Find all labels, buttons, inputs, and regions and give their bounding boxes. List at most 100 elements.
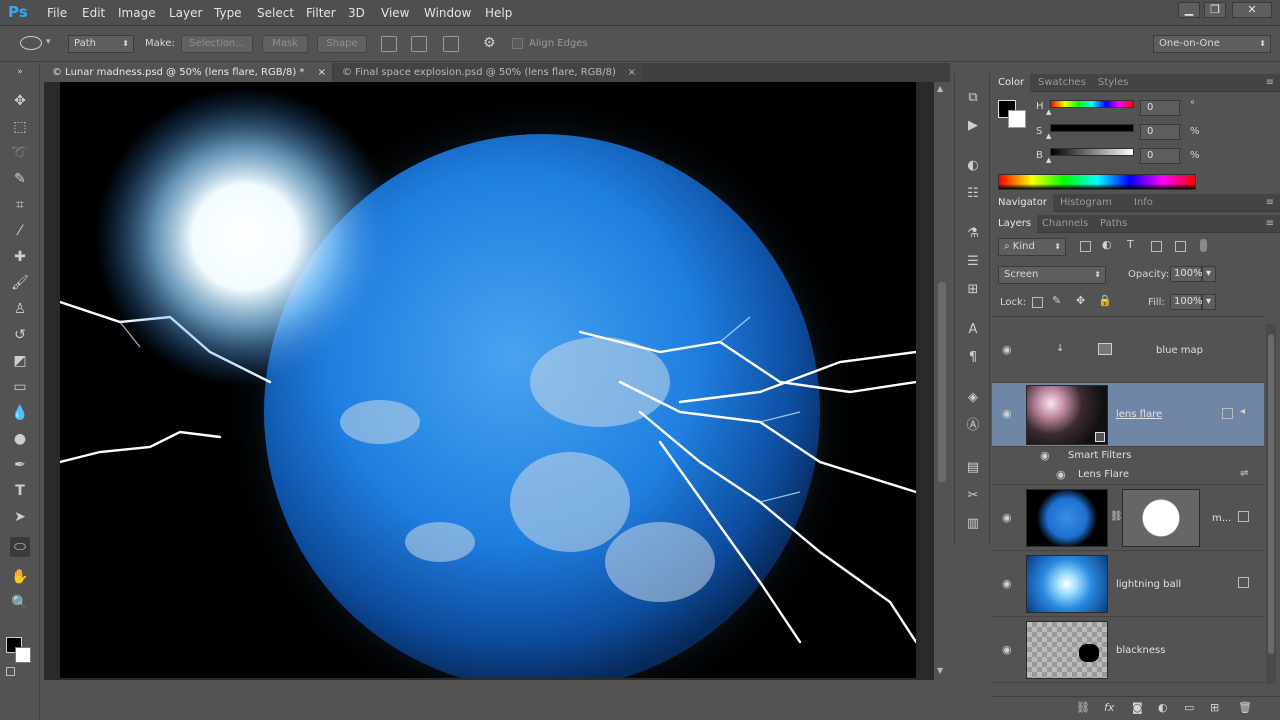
- trash-icon[interactable]: 🗑: [1238, 701, 1252, 714]
- menu-filter[interactable]: Filter: [306, 6, 336, 20]
- layer-name[interactable]: m...: [1212, 513, 1231, 524]
- gradient-tool-icon[interactable]: ▭: [10, 377, 30, 397]
- tab-color[interactable]: Color: [992, 74, 1031, 92]
- layer-row-moon[interactable]: ◉ ⛓ m...: [992, 485, 1264, 551]
- document-canvas[interactable]: [60, 82, 916, 678]
- filter-type-icon[interactable]: T: [1127, 238, 1134, 251]
- filter-adjustment-icon[interactable]: ◐: [1102, 238, 1112, 251]
- group-icon[interactable]: ▭: [1184, 701, 1194, 714]
- collapse-toolbox-icon[interactable]: »: [10, 67, 30, 77]
- opacity-dropdown[interactable]: ▾: [1202, 266, 1216, 282]
- fx-icon[interactable]: fx: [1104, 701, 1114, 714]
- smart-filter-icon[interactable]: [1222, 408, 1233, 419]
- blend-mode-select[interactable]: Screen ⬍: [998, 266, 1106, 284]
- lock-pixels-icon[interactable]: ✎: [1052, 294, 1061, 307]
- clone-source-panel-icon[interactable]: ⊞: [963, 280, 983, 300]
- fill-dropdown[interactable]: ▾: [1202, 294, 1216, 310]
- character-panel-icon[interactable]: A: [963, 320, 983, 340]
- tab-styles[interactable]: Styles: [1092, 74, 1134, 92]
- layer-comps-panel-icon[interactable]: ▥: [963, 514, 983, 534]
- menu-edit[interactable]: Edit: [82, 6, 105, 20]
- filter-shape-icon[interactable]: [1151, 241, 1162, 252]
- path-selection-tool-icon[interactable]: ➤: [10, 507, 30, 527]
- lock-position-icon[interactable]: ✥: [1076, 294, 1085, 307]
- tab-info[interactable]: Info: [1128, 194, 1159, 212]
- layer-name[interactable]: blue map: [1156, 345, 1203, 356]
- restore-button[interactable]: ❐: [1204, 2, 1226, 18]
- scrollbar-thumb[interactable]: [1268, 334, 1274, 654]
- filter-toggle-icon[interactable]: [1200, 239, 1207, 252]
- tab-histogram[interactable]: Histogram: [1054, 194, 1118, 212]
- gear-icon[interactable]: ⚙: [483, 35, 496, 51]
- filter-smart-object-icon[interactable]: [1175, 241, 1186, 252]
- close-icon[interactable]: ×: [628, 63, 636, 82]
- clone-stamp-tool-icon[interactable]: ♙: [10, 299, 30, 319]
- menu-window[interactable]: Window: [424, 6, 471, 20]
- character-styles-panel-icon[interactable]: Ⓐ: [963, 416, 983, 436]
- ellipse-tool-icon[interactable]: [20, 36, 42, 50]
- zoom-tool-icon[interactable]: 🔍: [10, 593, 30, 613]
- mask-icon[interactable]: ◙: [1132, 701, 1143, 714]
- scroll-down-icon[interactable]: ▼: [937, 666, 943, 675]
- slider-handle-icon[interactable]: ▲: [1046, 108, 1051, 116]
- layers-scrollbar[interactable]: [1266, 324, 1276, 684]
- background-color-swatch[interactable]: [15, 647, 31, 663]
- adjustments-panel-icon[interactable]: ◐: [963, 156, 983, 176]
- close-icon[interactable]: ×: [318, 63, 326, 82]
- eraser-tool-icon[interactable]: ◩: [10, 351, 30, 371]
- collapse-effects-icon[interactable]: ◂: [1240, 406, 1245, 417]
- eye-icon[interactable]: ◉: [1002, 578, 1016, 589]
- link-icon[interactable]: ⛓: [1110, 511, 1123, 522]
- eye-icon[interactable]: ◉: [1002, 644, 1016, 655]
- actions-panel-icon[interactable]: ▶: [963, 116, 983, 136]
- lasso-tool-icon[interactable]: ➰: [10, 143, 30, 163]
- 3d-panel-icon[interactable]: ◈: [963, 388, 983, 408]
- marquee-tool-icon[interactable]: ⬚: [10, 117, 30, 137]
- color-panel-background-swatch[interactable]: [1008, 110, 1026, 128]
- layer-row-blackness[interactable]: ◉ blackness: [992, 617, 1264, 683]
- menu-3d[interactable]: 3D: [348, 6, 365, 20]
- blur-tool-icon[interactable]: 💧: [10, 403, 30, 423]
- adjustment-icon[interactable]: ◐: [1158, 701, 1168, 714]
- tab-swatches[interactable]: Swatches: [1032, 74, 1092, 92]
- tab-final-space-explosion[interactable]: © Final space explosion.psd @ 50% (lens …: [334, 63, 642, 82]
- paragraph-panel-icon[interactable]: ¶: [963, 348, 983, 368]
- panel-menu-icon[interactable]: ≡: [1266, 218, 1274, 229]
- opacity-field[interactable]: 100%: [1170, 266, 1203, 282]
- chevron-down-icon[interactable]: ▾: [46, 37, 51, 47]
- lens-flare-filter-row[interactable]: ◉ Lens Flare ⇌: [992, 466, 1264, 485]
- quick-select-tool-icon[interactable]: ✎: [10, 169, 30, 189]
- lock-transparent-icon[interactable]: [1032, 297, 1043, 308]
- healing-brush-tool-icon[interactable]: ✚: [10, 247, 30, 267]
- layer-name[interactable]: lens flare: [1116, 409, 1162, 420]
- vertical-scrollbar[interactable]: ▲ ▼: [934, 82, 950, 680]
- scroll-up-icon[interactable]: ▲: [937, 84, 943, 93]
- notes-panel-icon[interactable]: ▤: [963, 458, 983, 478]
- tab-paths[interactable]: Paths: [1094, 215, 1133, 233]
- layer-name[interactable]: lightning ball: [1116, 579, 1181, 590]
- eye-icon[interactable]: ◉: [1040, 450, 1054, 461]
- minimize-button[interactable]: ▁: [1178, 2, 1200, 18]
- hand-tool-icon[interactable]: ✋: [10, 567, 30, 587]
- brush-tool-icon[interactable]: 🖌: [10, 273, 30, 293]
- link-icon[interactable]: ⛓: [1076, 701, 1090, 714]
- panel-menu-icon[interactable]: ≡: [1266, 77, 1274, 88]
- eye-icon[interactable]: ◉: [1056, 469, 1070, 480]
- panel-menu-icon[interactable]: ≡: [1266, 197, 1274, 208]
- path-alignment-icon[interactable]: [411, 36, 427, 52]
- menu-view[interactable]: View: [381, 6, 409, 20]
- tab-navigator[interactable]: Navigator: [992, 194, 1053, 212]
- path-operations-icon[interactable]: [381, 36, 397, 52]
- layer-filter-kind-select[interactable]: ⌕ Kind ⬍: [998, 238, 1066, 256]
- pen-tool-icon[interactable]: ✒: [10, 455, 30, 475]
- workspace-select[interactable]: One-on-One ⬍: [1153, 35, 1271, 53]
- layer-mask-thumbnail[interactable]: [1122, 489, 1200, 547]
- menu-select[interactable]: Select: [257, 6, 294, 20]
- tab-lunar-madness[interactable]: © Lunar madness.psd @ 50% (lens flare, R…: [44, 63, 332, 82]
- crop-tool-icon[interactable]: ⌗: [10, 195, 30, 215]
- saturation-value-field[interactable]: 0: [1140, 124, 1180, 140]
- eye-icon[interactable]: ◉: [1002, 408, 1016, 419]
- tab-channels[interactable]: Channels: [1036, 215, 1094, 233]
- make-selection-button[interactable]: Selection...: [181, 35, 253, 53]
- tools-presets-panel-icon[interactable]: ✂: [963, 486, 983, 506]
